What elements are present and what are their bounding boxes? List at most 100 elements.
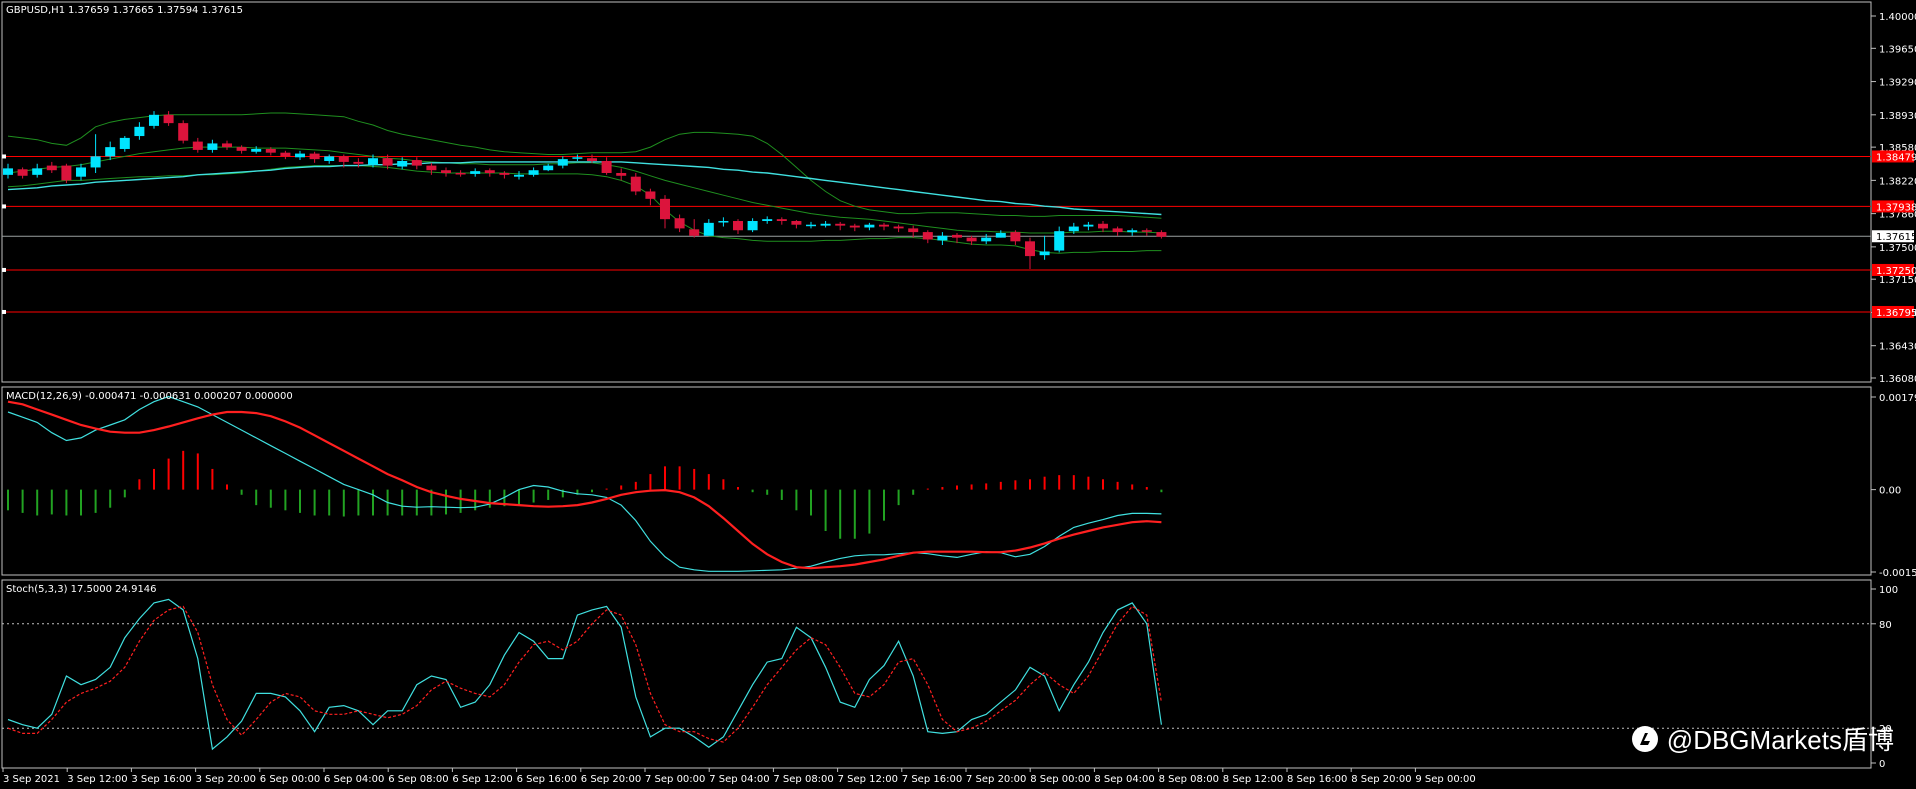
time-tick-label: 6 Sep 12:00 — [452, 774, 512, 785]
candle-bull — [557, 159, 568, 166]
candle-bull — [105, 147, 116, 157]
level-price-label: 1.36795 — [1876, 308, 1916, 319]
candle-bear — [674, 218, 685, 229]
candle-bear — [601, 160, 612, 173]
candle-bear — [630, 176, 641, 192]
candle-bear — [484, 170, 495, 173]
candle-bear — [849, 225, 860, 228]
time-tick-label: 6 Sep 20:00 — [581, 774, 641, 785]
candle-bull — [1039, 251, 1050, 256]
candle-bear — [1156, 232, 1167, 237]
candle-bull — [703, 222, 714, 236]
candle-bull — [981, 237, 992, 242]
stoch-tick-label: 100 — [1879, 585, 1898, 596]
candle-bear — [192, 141, 203, 150]
candle-bear — [441, 170, 451, 173]
level-anchor — [2, 309, 6, 314]
candle-bull — [937, 235, 948, 241]
candle-bear — [61, 165, 72, 181]
candle-bull — [995, 233, 1006, 238]
candle-bull — [90, 156, 101, 168]
candle-bear — [163, 114, 174, 124]
candle-bull — [149, 114, 159, 126]
time-tick-label: 8 Sep 16:00 — [1287, 774, 1347, 785]
candle-bull — [119, 137, 130, 149]
level-anchor — [2, 204, 6, 209]
candle-bear — [280, 152, 291, 157]
candle-bull — [207, 143, 218, 150]
candle-bear — [1141, 230, 1152, 232]
stoch-tick-label: 80 — [1879, 620, 1892, 631]
time-tick-label: 3 Sep 20:00 — [196, 774, 256, 785]
price-tick-label: 1.40000 — [1879, 12, 1916, 23]
candle-bear — [236, 147, 247, 151]
price-tick-label: 1.39650 — [1879, 44, 1916, 55]
candle-bear — [499, 172, 510, 175]
candle-bear — [879, 224, 889, 227]
candle-bear — [426, 165, 437, 171]
candle-bull — [762, 219, 773, 222]
candle-bear — [178, 123, 189, 141]
candle-bear — [1098, 223, 1108, 229]
price-tick-label: 1.37500 — [1879, 243, 1916, 254]
candle-bear — [733, 221, 743, 231]
candle-bear — [966, 237, 977, 242]
candle-bull — [572, 157, 583, 159]
candle-bear — [455, 172, 466, 175]
time-tick-label: 8 Sep 20:00 — [1351, 774, 1411, 785]
time-tick-label: 9 Sep 00:00 — [1415, 774, 1475, 785]
candle-bull — [864, 224, 875, 228]
candle-bull — [1083, 224, 1094, 227]
candle-bull — [1054, 231, 1065, 251]
candle-bear — [616, 172, 627, 176]
time-tick-label: 7 Sep 20:00 — [966, 774, 1026, 785]
stoch-tick-label: 0 — [1879, 759, 1885, 770]
candle-bull — [470, 171, 481, 174]
candle-bull — [718, 221, 729, 223]
level-anchor — [2, 154, 6, 159]
candle-bear — [893, 226, 904, 229]
candle-bull — [528, 170, 539, 175]
macd-label: MACD(12,26,9) -0.000471 -0.000631 0.0002… — [6, 391, 293, 402]
candle-bear — [338, 156, 349, 162]
candle-bull — [324, 156, 335, 161]
candle-bull — [76, 167, 86, 177]
macd-tick-label: 0.001791 — [1879, 393, 1916, 404]
candle-bull — [251, 148, 262, 152]
time-tick-label: 8 Sep 04:00 — [1094, 774, 1154, 785]
candle-bear — [46, 165, 57, 171]
time-tick-label: 7 Sep 04:00 — [709, 774, 769, 785]
candle-bear — [689, 229, 700, 236]
level-price-label: 1.37938 — [1876, 202, 1916, 213]
candle-bear — [952, 234, 962, 238]
time-tick-label: 3 Sep 2021 — [3, 774, 60, 785]
candle-bull — [3, 168, 13, 175]
candle-bear — [382, 158, 393, 166]
candle-bear — [660, 198, 670, 220]
stoch-pane-frame — [1, 579, 1872, 769]
time-tick-label: 7 Sep 16:00 — [902, 774, 962, 785]
time-tick-label: 6 Sep 04:00 — [324, 774, 384, 785]
candle-bear — [791, 221, 802, 225]
time-tick-label: 8 Sep 00:00 — [1030, 774, 1090, 785]
candle-bear — [1112, 228, 1123, 233]
main-pane-frame — [1, 1, 1872, 383]
time-tick-label: 7 Sep 00:00 — [645, 774, 705, 785]
current-price-label: 1.37615 — [1876, 232, 1916, 243]
time-tick-label: 8 Sep 12:00 — [1223, 774, 1283, 785]
candle-bull — [134, 126, 145, 137]
candle-bull — [543, 165, 554, 171]
level-anchor — [2, 267, 6, 272]
time-tick-label: 6 Sep 00:00 — [260, 774, 320, 785]
level-price-label: 1.38479 — [1876, 152, 1916, 163]
watermark-text: @DBGMarkets盾博 — [1666, 725, 1894, 755]
time-tick-label: 3 Sep 12:00 — [67, 774, 127, 785]
chart-canvas: 1.400001.396501.392901.389301.385801.382… — [1, 1, 1916, 785]
macd-tick-label: -0.001593 — [1879, 568, 1916, 579]
candle-bear — [411, 160, 422, 166]
price-tick-label: 1.36430 — [1879, 342, 1916, 353]
price-tick-label: 1.38930 — [1879, 111, 1916, 122]
candle-bull — [806, 224, 816, 227]
candle-bear — [908, 228, 919, 233]
price-tick-label: 1.39290 — [1879, 78, 1916, 89]
